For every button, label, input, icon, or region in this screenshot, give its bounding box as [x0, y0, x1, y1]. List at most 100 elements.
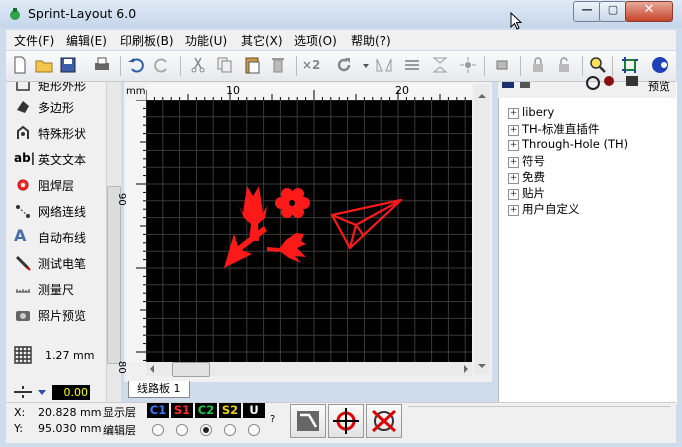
- text-icon: ab|: [14, 151, 36, 165]
- show-layer-label: 显示层: [103, 406, 136, 419]
- connection-mode-button[interactable]: [290, 404, 326, 438]
- layer-s2[interactable]: S2: [219, 403, 241, 418]
- ruler-tick-90: 90: [116, 193, 127, 206]
- zoom-icon[interactable]: [588, 55, 608, 75]
- layer-help-button[interactable]: ?: [270, 414, 275, 425]
- solder-mask-icon: [14, 176, 32, 194]
- layer-c2[interactable]: C2: [195, 403, 217, 418]
- maximize-button[interactable]: ▢: [599, 1, 627, 22]
- radio-s2[interactable]: [224, 424, 236, 436]
- multiply-button[interactable]: ×2: [302, 55, 326, 75]
- toolbar-separator: [120, 56, 121, 76]
- tool-net-connection[interactable]: 网络连线: [10, 200, 106, 222]
- tree-item-smd[interactable]: + 贴片: [508, 185, 545, 201]
- menu-functions[interactable]: 功能(U): [185, 32, 227, 49]
- layer-c1[interactable]: C1: [147, 403, 169, 418]
- print-icon[interactable]: [92, 55, 112, 75]
- tool-text[interactable]: ab| 英文文本: [10, 148, 106, 170]
- edit-layer-label: 编辑层: [103, 424, 136, 437]
- lock-icon[interactable]: [528, 55, 548, 75]
- redo-icon[interactable]: [152, 55, 172, 75]
- cut-icon[interactable]: [188, 55, 208, 75]
- toolbar: ×2: [6, 51, 676, 82]
- menu-options[interactable]: 选项(O): [294, 32, 337, 49]
- radio-c2[interactable]: [200, 424, 212, 436]
- tree-item-user-defined[interactable]: + 用户自定义: [508, 201, 580, 217]
- tool-solder-mask[interactable]: 阻焊层: [10, 174, 106, 196]
- ruler-tick-20: 20: [395, 84, 409, 97]
- close-button[interactable]: ✕: [625, 1, 673, 22]
- menu-other[interactable]: 其它(X): [241, 32, 283, 49]
- tool-photo-preview[interactable]: 照片预览: [10, 304, 106, 326]
- save-icon[interactable]: [58, 55, 78, 75]
- special-shape-icon: [14, 124, 32, 142]
- layer-u[interactable]: U: [243, 403, 265, 418]
- tool-special-shape[interactable]: 特殊形状: [10, 122, 106, 144]
- radio-c1[interactable]: [152, 424, 164, 436]
- library-preview-label[interactable]: 预览: [648, 78, 670, 94]
- tool-polygon[interactable]: 多边形: [10, 96, 106, 118]
- minimize-button[interactable]: —: [573, 1, 601, 22]
- track-width-icon[interactable]: [12, 384, 48, 400]
- rotate-icon[interactable]: [334, 55, 354, 75]
- library-color-icon[interactable]: [604, 76, 614, 86]
- track-width-field[interactable]: 0.00: [52, 385, 90, 400]
- menu-board[interactable]: 印刷板(B): [120, 32, 174, 49]
- mirror-horizontal-icon[interactable]: [374, 55, 394, 75]
- open-folder-icon[interactable]: [34, 55, 54, 75]
- tool-test-probe[interactable]: 测试电笔: [10, 252, 106, 274]
- top-ruler: [145, 84, 475, 100]
- library-toolbar: 预览: [498, 76, 676, 98]
- mirror-vertical-icon[interactable]: [430, 55, 450, 75]
- drc-button[interactable]: [366, 404, 402, 438]
- menu-edit[interactable]: 编辑(E): [66, 32, 107, 49]
- connection-icon: [297, 411, 319, 431]
- library-refresh-icon[interactable]: [586, 76, 600, 90]
- tool-panel-scroll-thumb[interactable]: [107, 186, 121, 364]
- menu-file[interactable]: 文件(F): [14, 32, 54, 49]
- canvas-scroll-thumb[interactable]: [172, 362, 210, 377]
- canvas-vertical-scrollbar[interactable]: [474, 84, 490, 374]
- library-person-icon[interactable]: [626, 76, 638, 86]
- grid-size-value[interactable]: 1.27 mm: [45, 349, 94, 362]
- grid-icon[interactable]: [14, 346, 32, 364]
- bird-shape: [278, 233, 306, 263]
- paste-icon[interactable]: [242, 55, 262, 75]
- tree-item-free[interactable]: + 免费: [508, 169, 545, 185]
- tab-board-1[interactable]: 线路板 1: [128, 381, 190, 398]
- navigator-icon[interactable]: [650, 55, 668, 75]
- tool-measure[interactable]: 测量尺: [10, 278, 106, 300]
- delete-icon[interactable]: [268, 55, 288, 75]
- component-icon[interactable]: [492, 55, 512, 75]
- tree-item-through-hole[interactable]: + Through-Hole (TH): [508, 137, 628, 153]
- x-label: X:: [14, 406, 26, 419]
- ruler-unit: mm: [126, 86, 146, 97]
- layer-s1[interactable]: S1: [171, 403, 193, 418]
- close-icon: ✕: [643, 2, 655, 17]
- spread-icon[interactable]: [458, 55, 478, 75]
- paper-plane-shape: [330, 198, 403, 250]
- new-file-icon[interactable]: [10, 55, 30, 75]
- library-delete-icon[interactable]: [520, 82, 530, 88]
- radio-s1[interactable]: [176, 424, 188, 436]
- align-icon[interactable]: [402, 55, 422, 75]
- pcb-canvas[interactable]: [145, 99, 472, 362]
- chevron-down-icon[interactable]: [356, 55, 369, 75]
- unlock-icon[interactable]: [554, 55, 574, 75]
- radio-u[interactable]: [248, 424, 260, 436]
- tree-item-libery[interactable]: + libery: [508, 105, 554, 121]
- crosshair-button[interactable]: [328, 404, 364, 438]
- tree-item-symbols[interactable]: + 符号: [508, 153, 545, 169]
- window-title: Sprint-Layout 6.0: [28, 6, 137, 21]
- minimize-icon: —: [581, 3, 593, 16]
- y-coordinate: 95.030 mm: [38, 422, 102, 435]
- zoom-fit-icon[interactable]: [620, 55, 640, 75]
- copy-icon[interactable]: [214, 55, 234, 75]
- tool-autoroute[interactable]: A 自动布线: [10, 226, 106, 248]
- library-save-icon[interactable]: [502, 82, 514, 88]
- tree-item-th-standard[interactable]: + TH-标准直插件: [508, 121, 599, 137]
- undo-icon[interactable]: [126, 55, 146, 75]
- menu-help[interactable]: 帮助(?): [351, 32, 391, 49]
- maximize-icon: ▢: [607, 3, 619, 16]
- tool-rectangle[interactable]: 矩形外形: [10, 82, 106, 96]
